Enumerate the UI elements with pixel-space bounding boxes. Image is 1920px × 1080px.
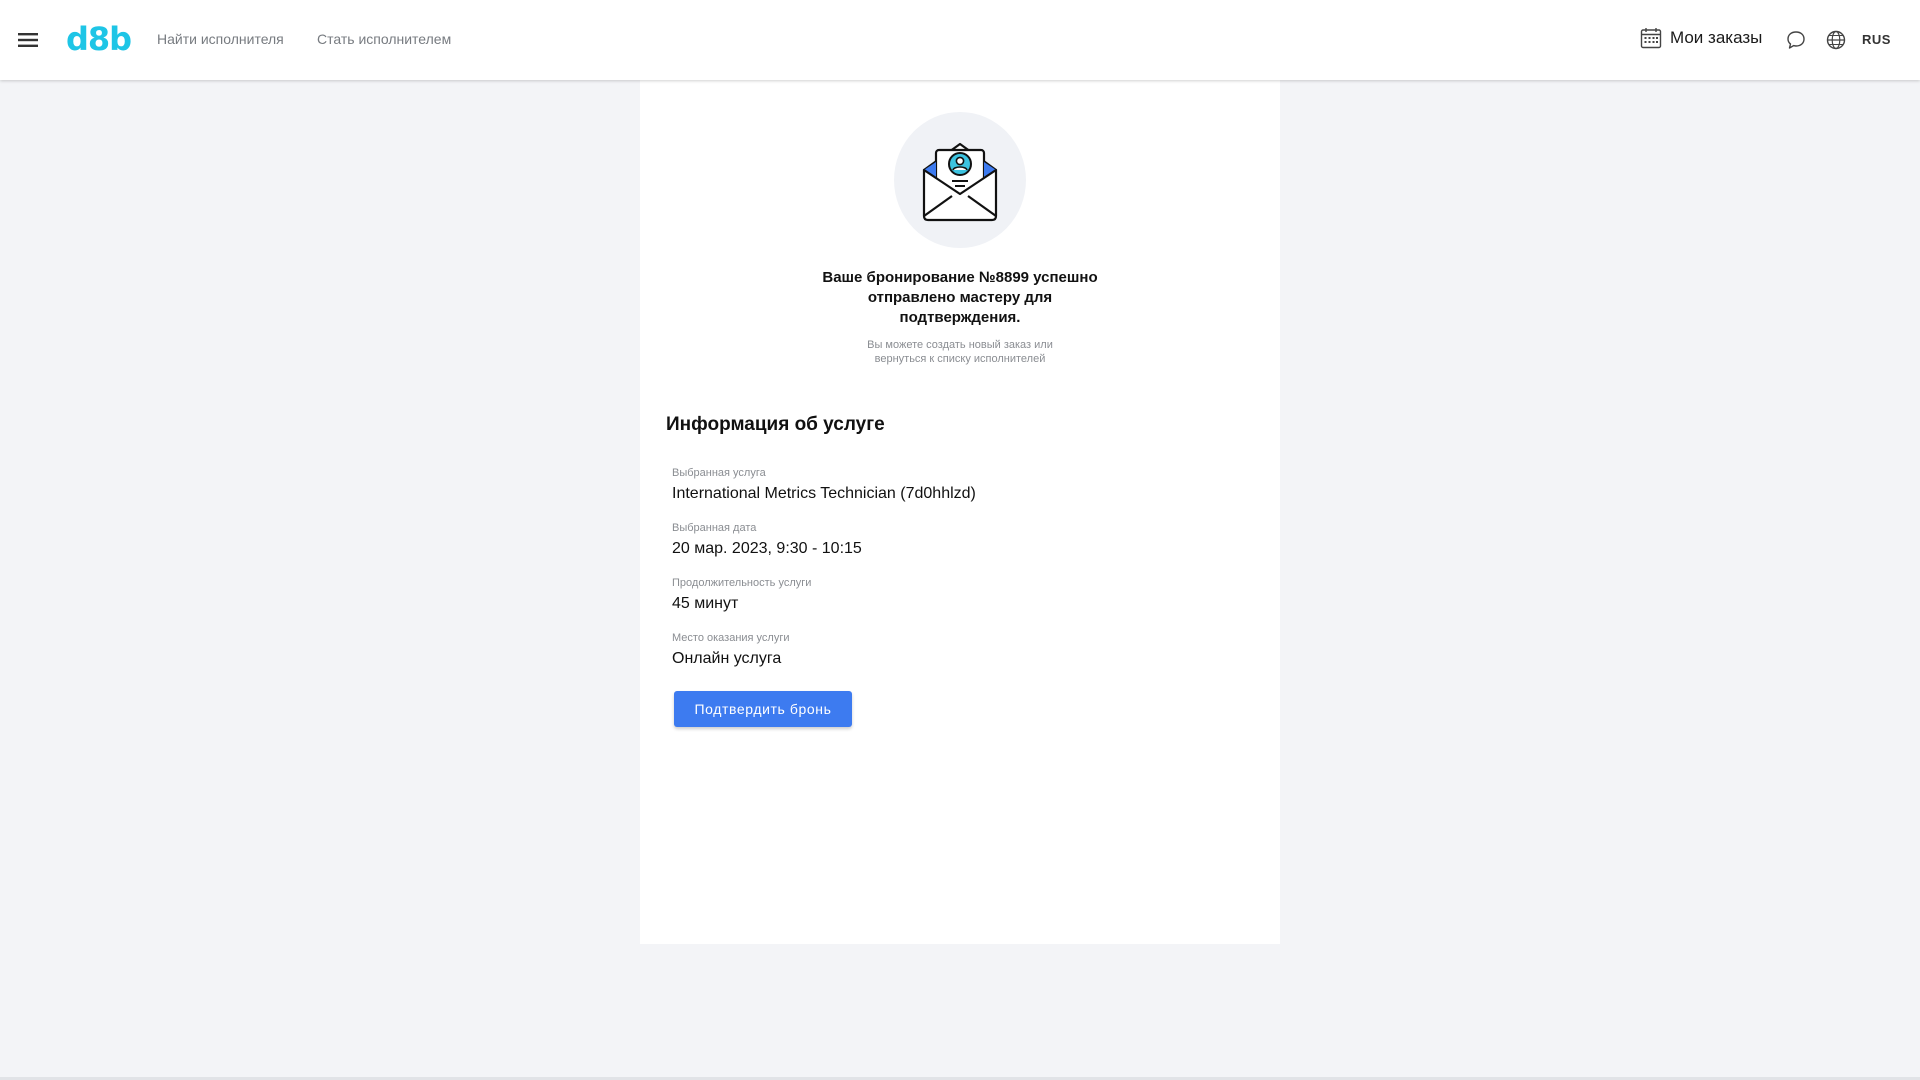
selected-date-field: Выбранная дата 20 мар. 2023, 9:30 - 10:1… [672, 521, 862, 560]
language-selector[interactable]: RUS [1862, 32, 1891, 47]
selected-service-field: Выбранная услуга International Metrics T… [672, 466, 976, 505]
field-label: Продолжительность услуги [672, 577, 812, 589]
success-title: Ваше бронирование №8899 успешно отправле… [822, 269, 1098, 326]
field-value: 20 мар. 2023, 9:30 - 10:15 [672, 540, 862, 557]
field-value: Онлайн услуга [672, 650, 782, 667]
my-orders-label: Мои заказы [1670, 28, 1763, 47]
chat-icon[interactable] [1785, 29, 1807, 51]
success-subtitle: Вы можете создать новый заказ или вернут… [867, 339, 1053, 365]
field-label: Выбранная услуга [672, 467, 766, 479]
calendar-icon [1640, 28, 1662, 49]
my-orders-button[interactable]: Мои заказы [1640, 27, 1762, 49]
field-label: Место оказания услуги [672, 632, 790, 644]
nav-find-performer[interactable]: Найти исполнителя [157, 31, 284, 47]
envelope-illustration [894, 112, 1026, 248]
field-label: Выбранная дата [672, 522, 757, 534]
service-duration-field: Продолжительность услуги 45 минут [672, 576, 811, 615]
service-info-title: Информация об услуге [666, 414, 885, 435]
booking-confirmation-card: Ваше бронирование №8899 успешно отправле… [640, 80, 1280, 944]
logo[interactable]: d8b [66, 20, 132, 58]
nav-become-performer[interactable]: Стать исполнителем [317, 31, 451, 47]
envelope-icon [922, 142, 998, 222]
field-value: International Metrics Technician (7d0hhl… [672, 485, 976, 502]
top-header: d8b Найти исполнителя Стать исполнителем… [0, 0, 1920, 80]
menu-icon[interactable] [14, 26, 42, 54]
confirm-booking-button[interactable]: Подтвердить бронь [674, 691, 852, 727]
service-location-field: Место оказания услуги Онлайн услуга [672, 631, 790, 670]
field-value: 45 минут [672, 595, 739, 612]
globe-icon[interactable] [1825, 29, 1847, 51]
